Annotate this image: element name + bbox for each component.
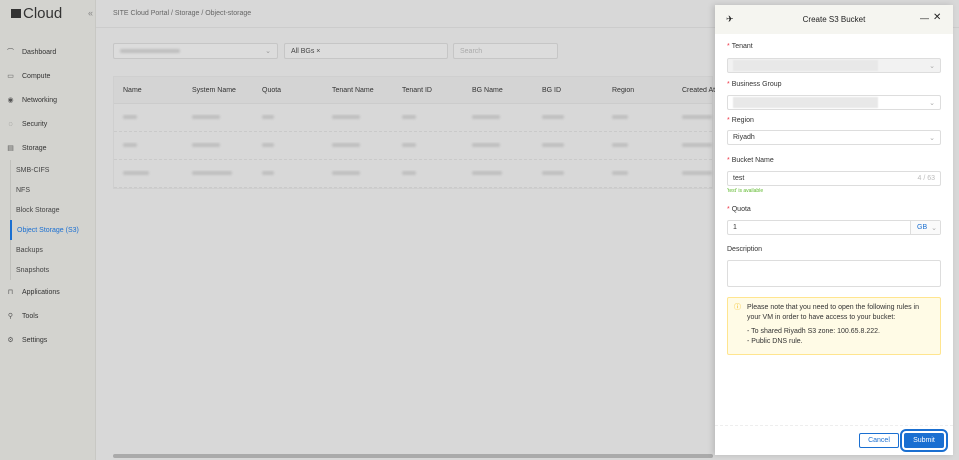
sidebar-sub-nfs[interactable]: NFS xyxy=(10,180,95,200)
sidebar-item-label: Compute xyxy=(22,72,51,80)
bucket-name-label: * Bucket Name xyxy=(727,157,774,164)
col-quota[interactable]: Quota xyxy=(253,87,323,94)
chevron-down-icon: ⌄ xyxy=(931,224,937,232)
chevron-down-icon: ⌄ xyxy=(929,134,935,142)
sidebar-item-label: Security xyxy=(22,120,48,128)
quota-value: 1 xyxy=(733,224,737,231)
table-header: Name System Name Quota Tenant Name Tenan… xyxy=(114,77,715,104)
availability-hint: 'test' is available xyxy=(727,188,764,194)
drawer-title: Create S3 Bucket xyxy=(802,15,866,24)
chevron-down-icon: ⌄ xyxy=(929,99,935,107)
bucket-name-input[interactable]: test 4 / 63 xyxy=(727,171,941,186)
wrench-icon: ⚲ xyxy=(7,313,14,320)
business-group-label: * Business Group xyxy=(727,81,782,88)
sidebar-item-tools[interactable]: ⚲ Tools xyxy=(0,304,95,328)
sidebar-item-label: Settings xyxy=(22,336,48,344)
region-select[interactable]: Riyadh ⌄ xyxy=(727,130,941,145)
alert-text: Please note that you need to open the fo… xyxy=(747,304,920,321)
sidebar-item-storage[interactable]: ▤ Storage xyxy=(0,136,95,160)
col-name[interactable]: Name xyxy=(114,87,183,94)
business-group-select[interactable]: ⌄ xyxy=(727,95,941,110)
chevron-down-icon: ⌄ xyxy=(265,48,271,55)
quota-unit-select[interactable]: GB ⌄ xyxy=(910,221,940,234)
chevron-down-icon: ⌄ xyxy=(929,62,935,70)
info-icon: ⓘ xyxy=(734,304,741,311)
masked-value xyxy=(733,60,878,71)
logo-text: Cloud xyxy=(23,5,63,22)
sidebar-sub-smb[interactable]: SMB-CIFS xyxy=(10,160,95,180)
sidebar-item-label: Storage xyxy=(22,144,47,152)
search-placeholder: Search xyxy=(460,47,483,55)
bucket-name-value: test xyxy=(733,175,745,182)
pin-icon[interactable]: ✈ xyxy=(726,14,734,25)
footer-divider xyxy=(715,425,953,426)
alert-rule-2: - Public DNS rule. xyxy=(747,338,803,345)
sidebar-item-label: Tools xyxy=(22,312,39,320)
nav: ⌒ Dashboard ▭ Compute ◉ Networking ◌ Securit… xyxy=(0,40,95,352)
table-row[interactable] xyxy=(114,104,712,132)
close-icon[interactable]: ✕ xyxy=(933,12,941,23)
table-row[interactable] xyxy=(114,160,712,188)
col-tenant-name[interactable]: Tenant Name xyxy=(323,87,393,94)
gear-icon: ⚙ xyxy=(7,337,14,344)
quota-label: * Quota xyxy=(727,206,751,213)
drawer-header: ✈ Create S3 Bucket — ✕ xyxy=(715,5,953,34)
sidebar-item-security[interactable]: ◌ Security xyxy=(0,112,95,136)
search-input[interactable]: Search xyxy=(453,43,558,59)
info-alert: ⓘ Please note that you need to open the … xyxy=(727,297,941,355)
shield-icon: ◌ xyxy=(8,120,13,128)
minimize-icon[interactable]: — xyxy=(920,13,929,23)
cart-icon: ⊓ xyxy=(7,289,14,296)
sidebar-item-networking[interactable]: ◉ Networking xyxy=(0,88,95,112)
logo[interactable]: Cloud xyxy=(11,5,62,22)
sidebar-sub-object-storage[interactable]: Object Storage (S3) xyxy=(10,220,95,240)
sidebar: Cloud ⌒ Dashboard ▭ Compute ◉ Networking ◌ S… xyxy=(0,0,96,460)
collapse-sidebar-icon[interactable]: « xyxy=(88,8,93,18)
sidebar-sub-backups[interactable]: Backups xyxy=(10,240,95,260)
col-bg-id[interactable]: BG ID xyxy=(533,87,603,94)
breadcrumb: SITE Cloud Portal / Storage / Object-sto… xyxy=(113,10,252,17)
col-bg-name[interactable]: BG Name xyxy=(463,87,533,94)
sidebar-item-label: Applications xyxy=(22,288,60,296)
col-system-name[interactable]: System Name xyxy=(183,87,253,94)
col-region[interactable]: Region xyxy=(603,87,673,94)
globe-icon: ◉ xyxy=(7,97,14,104)
description-label: Description xyxy=(727,246,763,253)
alert-rule-1: - To shared Riyadh S3 zone: 100.65.8.222… xyxy=(747,328,880,335)
tenant-filter-select[interactable]: ⌄ xyxy=(113,43,278,59)
tenant-label: * Tenant xyxy=(727,43,753,50)
description-textarea[interactable] xyxy=(727,260,941,287)
monitor-icon: ▭ xyxy=(7,73,14,80)
cloud-logo-icon xyxy=(11,9,21,18)
storage-icon: ▤ xyxy=(7,145,14,152)
masked-value xyxy=(120,49,180,53)
sidebar-item-compute[interactable]: ▭ Compute xyxy=(0,64,95,88)
region-label: * Region xyxy=(727,117,754,124)
table-row[interactable] xyxy=(114,132,712,160)
bg-filter-select[interactable]: All BGs × xyxy=(284,43,448,59)
region-value: Riyadh xyxy=(733,134,755,141)
sidebar-item-label: Dashboard xyxy=(22,48,57,56)
sidebar-item-dashboard[interactable]: ⌒ Dashboard xyxy=(0,40,95,64)
sidebar-item-settings[interactable]: ⚙ Settings xyxy=(0,328,95,352)
create-s3-bucket-drawer: ✈ Create S3 Bucket — ✕ * Tenant ⌄ * Busine… xyxy=(715,5,953,455)
cancel-button[interactable]: Cancel xyxy=(859,433,899,448)
quota-input[interactable]: 1 GB ⌄ xyxy=(727,220,941,235)
tenant-select[interactable]: ⌄ xyxy=(727,58,941,73)
buckets-table: Name System Name Quota Tenant Name Tenan… xyxy=(113,76,715,189)
col-tenant-id[interactable]: Tenant ID xyxy=(393,87,463,94)
sidebar-sub-block[interactable]: Block Storage xyxy=(10,200,95,220)
char-count: 4 / 63 xyxy=(917,175,935,182)
sidebar-sub-snapshots[interactable]: Snapshots xyxy=(10,260,95,280)
sidebar-item-label: Networking xyxy=(22,96,58,104)
masked-value xyxy=(733,97,878,108)
chart-icon: ⌒ xyxy=(7,49,14,56)
sidebar-item-applications[interactable]: ⊓ Applications xyxy=(0,280,95,304)
submit-button[interactable]: Submit xyxy=(900,429,948,452)
bg-tag[interactable]: All BGs × xyxy=(291,48,320,55)
horizontal-scrollbar[interactable] xyxy=(113,454,713,458)
